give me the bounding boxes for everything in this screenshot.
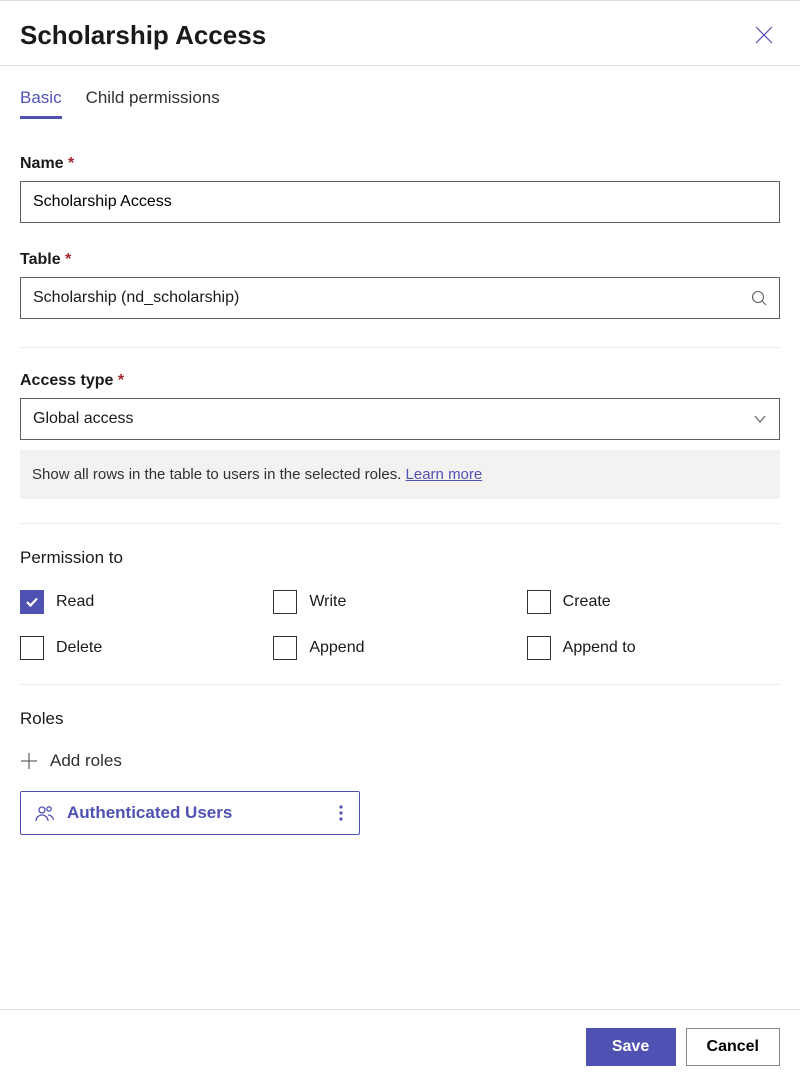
checkbox-delete[interactable]	[20, 636, 44, 660]
access-type-select[interactable]: Global access	[20, 398, 780, 440]
name-input[interactable]	[20, 181, 780, 223]
tab-bar: Basic Child permissions	[20, 66, 780, 119]
chevron-down-icon	[753, 412, 767, 426]
divider	[20, 347, 780, 348]
add-roles-button[interactable]: Add roles	[20, 751, 780, 771]
table-label: Table *	[20, 251, 780, 269]
panel-header: Scholarship Access	[0, 1, 800, 66]
people-icon	[35, 803, 55, 823]
access-type-info: Show all rows in the table to users in t…	[20, 450, 780, 499]
role-chip-authenticated-users[interactable]: Authenticated Users	[20, 791, 360, 835]
close-button[interactable]	[748, 19, 780, 51]
permission-delete: Delete	[20, 636, 273, 660]
permission-read: Read	[20, 590, 273, 614]
permission-create: Create	[527, 590, 780, 614]
checkbox-label: Delete	[56, 639, 102, 657]
permission-grid: Read Write Create Delete Append Append to	[20, 590, 780, 660]
access-type-value: Global access	[33, 410, 134, 428]
permission-write: Write	[273, 590, 526, 614]
access-type-label: Access type *	[20, 372, 780, 390]
checkbox-write[interactable]	[273, 590, 297, 614]
checkbox-append[interactable]	[273, 636, 297, 660]
divider	[20, 523, 780, 524]
checkbox-create[interactable]	[527, 590, 551, 614]
cancel-button[interactable]: Cancel	[686, 1028, 780, 1066]
checkbox-label: Read	[56, 593, 94, 611]
divider	[20, 684, 780, 685]
plus-icon	[20, 752, 38, 770]
add-roles-label: Add roles	[50, 751, 122, 771]
checkbox-read[interactable]	[20, 590, 44, 614]
role-chip-label: Authenticated Users	[67, 803, 232, 823]
permission-append: Append	[273, 636, 526, 660]
role-chip-more-button[interactable]	[333, 801, 349, 825]
checkbox-label: Append to	[563, 639, 636, 657]
close-icon	[755, 26, 773, 44]
checkbox-label: Write	[309, 593, 346, 611]
table-lookup[interactable]: Scholarship (nd_scholarship)	[20, 277, 780, 319]
checkbox-append-to[interactable]	[527, 636, 551, 660]
tab-basic[interactable]: Basic	[20, 88, 62, 119]
roles-title: Roles	[20, 709, 780, 729]
more-vertical-icon	[339, 805, 343, 821]
permission-to-title: Permission to	[20, 548, 780, 568]
tab-child-permissions[interactable]: Child permissions	[86, 88, 220, 119]
search-icon	[751, 290, 767, 306]
permission-append-to: Append to	[527, 636, 780, 660]
name-label: Name *	[20, 155, 780, 173]
check-icon	[25, 595, 39, 609]
footer: Save Cancel	[0, 1009, 800, 1084]
save-button[interactable]: Save	[586, 1028, 676, 1066]
table-lookup-value: Scholarship (nd_scholarship)	[33, 289, 239, 307]
checkbox-label: Create	[563, 593, 611, 611]
checkbox-label: Append	[309, 639, 364, 657]
page-title: Scholarship Access	[20, 20, 266, 51]
learn-more-link[interactable]: Learn more	[406, 466, 483, 483]
